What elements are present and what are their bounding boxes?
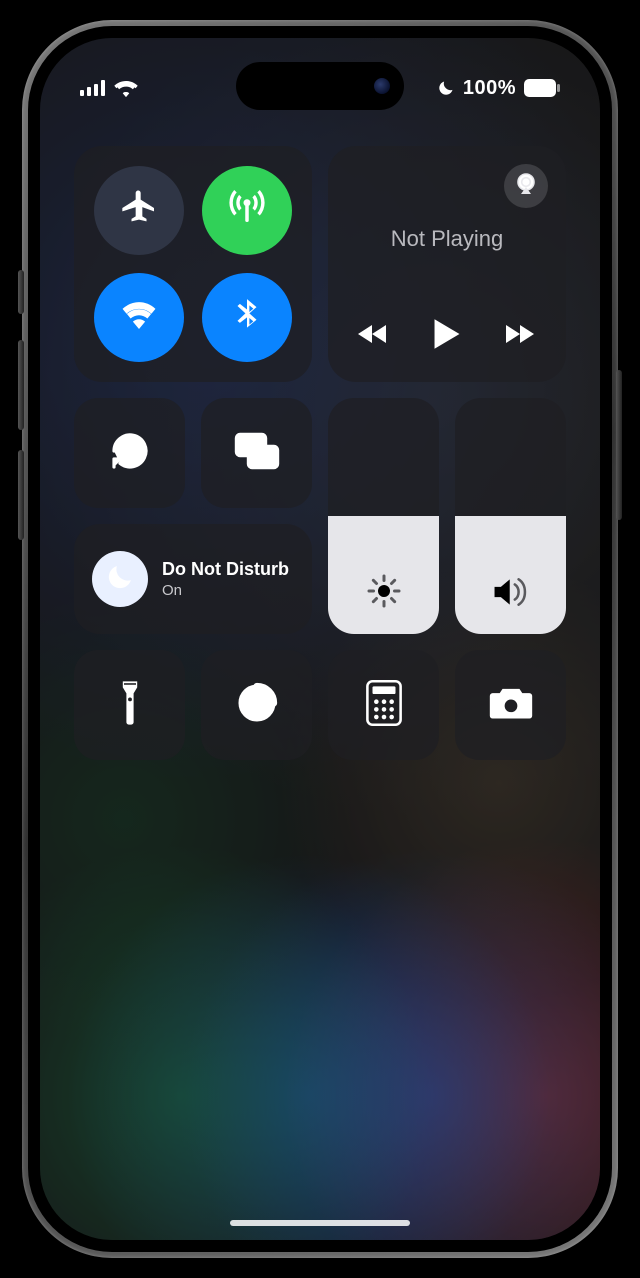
- timer-button[interactable]: [201, 650, 312, 760]
- camera-icon: [487, 683, 535, 728]
- camera-button[interactable]: [455, 650, 566, 760]
- screen-mirroring-button[interactable]: [201, 398, 312, 508]
- calculator-icon: [366, 680, 402, 731]
- airplane-icon: [119, 188, 159, 233]
- connectivity-group[interactable]: [74, 146, 312, 382]
- control-center: Not Playing: [74, 146, 566, 760]
- wifi-toggle[interactable]: [94, 273, 184, 362]
- focus-tile[interactable]: Do Not Disturb On: [74, 524, 312, 634]
- dynamic-island[interactable]: [236, 62, 404, 110]
- bluetooth-toggle[interactable]: [202, 273, 292, 362]
- next-track-button[interactable]: [504, 322, 538, 351]
- timer-icon: [235, 681, 279, 730]
- cellular-signal-icon: [80, 80, 106, 96]
- calculator-button[interactable]: [328, 650, 439, 760]
- airplay-button[interactable]: [504, 164, 548, 208]
- airplane-mode-toggle[interactable]: [94, 166, 184, 255]
- volume-up-button[interactable]: [18, 340, 24, 430]
- volume-icon: [492, 575, 530, 614]
- screen: 100%: [40, 38, 600, 1240]
- flashlight-icon: [115, 679, 145, 732]
- moon-icon: [105, 562, 135, 597]
- home-indicator[interactable]: [230, 1220, 410, 1226]
- phone-frame: 100%: [22, 20, 618, 1258]
- wifi-status-icon: [114, 79, 138, 97]
- volume-slider[interactable]: [455, 398, 566, 634]
- orientation-lock-icon: [106, 427, 154, 480]
- screen-mirroring-icon: [232, 430, 282, 477]
- now-playing-tile[interactable]: Not Playing: [328, 146, 566, 382]
- battery-icon: [524, 79, 560, 97]
- brightness-slider[interactable]: [328, 398, 439, 634]
- side-button[interactable]: [616, 370, 622, 520]
- play-button[interactable]: [432, 317, 462, 356]
- volume-down-button[interactable]: [18, 450, 24, 540]
- flashlight-button[interactable]: [74, 650, 185, 760]
- focus-title: Do Not Disturb: [162, 559, 289, 580]
- antenna-icon: [226, 187, 268, 234]
- previous-track-button[interactable]: [356, 322, 390, 351]
- media-title: Not Playing: [346, 226, 548, 252]
- dnd-bubble: [92, 551, 148, 607]
- orientation-lock-toggle[interactable]: [74, 398, 185, 508]
- focus-status: On: [162, 582, 289, 599]
- cellular-data-toggle[interactable]: [202, 166, 292, 255]
- brightness-icon: [366, 573, 402, 614]
- battery-percent: 100%: [463, 77, 516, 100]
- bluetooth-icon: [228, 296, 266, 339]
- airplay-icon: [514, 172, 538, 201]
- wifi-icon: [118, 294, 160, 341]
- mute-switch[interactable]: [18, 270, 24, 314]
- focus-status-icon: [437, 79, 455, 97]
